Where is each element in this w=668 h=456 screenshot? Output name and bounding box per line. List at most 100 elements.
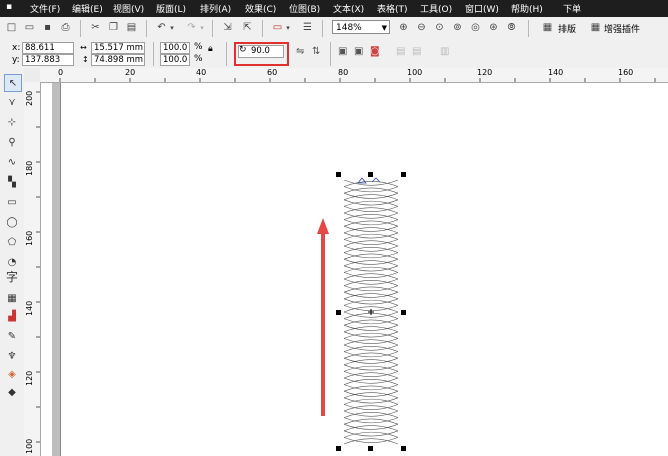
mirror-vertical-icon[interactable]: ⇅	[312, 46, 320, 57]
separator	[330, 42, 331, 66]
menu-window[interactable]: 窗口(W)	[465, 2, 499, 15]
ruler-label-80: 80	[338, 68, 349, 77]
ruler-label-160: 160	[25, 230, 34, 246]
undo-dropdown-icon[interactable]: ▾	[168, 20, 176, 35]
plugin-icon[interactable]: ▦	[588, 20, 603, 35]
separator	[153, 42, 154, 66]
redo-dropdown-icon[interactable]: ▾	[198, 20, 206, 35]
save-icon[interactable]: ▪	[40, 20, 55, 35]
menu-file[interactable]: 文件(F)	[30, 2, 60, 15]
freehand-tool-icon[interactable]: ∿	[4, 154, 20, 170]
to-curve-icon[interactable]: ▣	[338, 46, 347, 57]
ungroup-icon[interactable]: ▣	[354, 46, 363, 57]
toolbox: ↖ ⋎ ⊹ ⚲ ∿ ▚ ▭ ◯ ⬠ ◔ 字 ▦ ▟ ✎ ♆ ◈ ◆	[0, 68, 25, 456]
ruler-origin[interactable]	[24, 68, 40, 82]
layout-button[interactable]: 排版	[558, 22, 576, 35]
page-shadow	[52, 83, 60, 456]
scale-y-field[interactable]: 100.0	[160, 54, 190, 66]
zoom-page-icon[interactable]: ◎	[468, 20, 483, 35]
horizontal-ruler[interactable]: 0 20 40 60 80 100 120 140 160	[24, 68, 668, 83]
print-icon[interactable]: ⎙	[58, 20, 73, 35]
table-tool-icon[interactable]: ▦	[4, 290, 20, 306]
height-field[interactable]: 74.898 mm	[91, 54, 145, 66]
menu-help[interactable]: 帮助(H)	[511, 2, 543, 15]
x-position-field[interactable]: 88.611 mm	[22, 42, 74, 64]
menu-table[interactable]: 表格(T)	[377, 2, 408, 15]
zoom-height-icon[interactable]: ⦾	[504, 20, 519, 35]
cut-icon[interactable]: ✂	[88, 20, 103, 35]
menu-layout[interactable]: 版面(L)	[156, 2, 186, 15]
menu-effects[interactable]: 效果(C)	[245, 2, 276, 15]
x-label: x:	[12, 43, 21, 53]
menu-icon[interactable]: ▪	[6, 2, 12, 12]
width-field[interactable]: 15.517 mm	[91, 42, 145, 54]
ruler-label-140: 140	[548, 68, 564, 77]
welcome-screen-icon[interactable]: ☰	[300, 20, 315, 35]
property-bar: x: 88.611 mm y: 137.883 mm ↔ 15.517 mm ↕…	[0, 40, 668, 76]
menu-text[interactable]: 文本(X)	[333, 2, 364, 15]
drawing-canvas[interactable]	[41, 83, 668, 456]
separator	[226, 42, 227, 66]
ruler-label-140: 140	[25, 300, 34, 316]
pick-tool-icon[interactable]: ↖	[4, 74, 22, 92]
y-position-field[interactable]: 137.883 mm	[22, 54, 74, 76]
crop-tool-icon[interactable]: ⊹	[4, 114, 20, 130]
interactive-fill-icon[interactable]: ◆	[4, 384, 20, 400]
menu-tools[interactable]: 工具(O)	[420, 2, 452, 15]
standard-toolbar: □ ▭ ▪ ⎙ ✂ ❐ ▤ ↶ ▾ ↷ ▾ ⇲ ⇱ ▭ ▾ ☰ 148% ▼ ⊕…	[0, 17, 668, 41]
zoom-level-select[interactable]: 148% ▼	[332, 20, 390, 34]
zoom-tool-icon[interactable]: ⚲	[4, 134, 20, 150]
menu-edit[interactable]: 编辑(E)	[72, 2, 103, 15]
ruler-label-180: 180	[25, 160, 34, 176]
scale-y-percent: %	[194, 54, 203, 64]
width-icon: ↔	[80, 43, 87, 52]
launcher-dropdown-icon[interactable]: ▾	[284, 20, 292, 35]
eyedropper-tool-icon[interactable]: ✎	[4, 328, 20, 344]
paste-icon[interactable]: ▤	[124, 20, 139, 35]
separator	[146, 20, 147, 37]
plugin-button[interactable]: 增强插件	[604, 22, 640, 35]
application-launcher-icon[interactable]: ▭	[270, 20, 285, 35]
new-document-icon[interactable]: □	[4, 20, 19, 35]
open-icon[interactable]: ▭	[22, 20, 37, 35]
page-edge	[60, 83, 61, 456]
import-icon[interactable]: ⇲	[220, 20, 235, 35]
scale-x-percent: %	[194, 42, 203, 52]
menu-bitmaps[interactable]: 位图(B)	[289, 2, 320, 15]
fill-tool-icon[interactable]: ◈	[4, 366, 20, 382]
scale-y-value: 100.0	[163, 55, 188, 65]
outline-tool-icon[interactable]: ♆	[4, 348, 20, 364]
ruler-label-40: 40	[196, 68, 207, 77]
interactive-blend-icon[interactable]: ▟	[4, 308, 20, 324]
rectangle-tool-icon[interactable]: ▭	[4, 194, 20, 210]
export-icon[interactable]: ⇱	[240, 20, 255, 35]
weld-icon[interactable]: ▤	[396, 46, 405, 57]
zoom-width-icon[interactable]: ⊛	[486, 20, 501, 35]
ruler-label-60: 60	[267, 68, 278, 77]
scale-x-field[interactable]: 100.0	[160, 42, 190, 54]
lock-ratio-icon[interactable]: 🔒︎	[208, 44, 213, 54]
separator	[262, 20, 263, 37]
layout-icon[interactable]: ▦	[540, 20, 555, 35]
menu-arrange[interactable]: 排列(A)	[200, 2, 231, 15]
shape-tool-icon[interactable]: ⋎	[4, 94, 20, 110]
polygon-tool-icon[interactable]: ⬠	[4, 234, 20, 250]
combine-icon[interactable]: ◙	[370, 46, 380, 57]
zoom-in-icon[interactable]: ⊕	[396, 20, 411, 35]
zoom-all-icon[interactable]: ⊚	[450, 20, 465, 35]
mirror-horizontal-icon[interactable]: ⇋	[296, 46, 304, 57]
menu-view[interactable]: 视图(V)	[113, 2, 144, 15]
separator	[212, 20, 213, 37]
vertical-ruler[interactable]: 200 180 160 140 120 100	[24, 82, 41, 456]
undo-icon[interactable]: ↶	[154, 20, 169, 35]
align-icon[interactable]: ▥	[440, 46, 449, 57]
redo-icon[interactable]: ↷	[184, 20, 199, 35]
smart-fill-icon[interactable]: ▚	[4, 174, 20, 190]
trim-icon[interactable]: ▤	[412, 46, 421, 57]
ellipse-tool-icon[interactable]: ◯	[4, 214, 20, 230]
zoom-out-icon[interactable]: ⊖	[414, 20, 429, 35]
zoom-selected-icon[interactable]: ⊙	[432, 20, 447, 35]
menu-order[interactable]: 下单	[563, 2, 581, 15]
text-tool-icon[interactable]: 字	[4, 268, 20, 284]
copy-icon[interactable]: ❐	[106, 20, 121, 35]
